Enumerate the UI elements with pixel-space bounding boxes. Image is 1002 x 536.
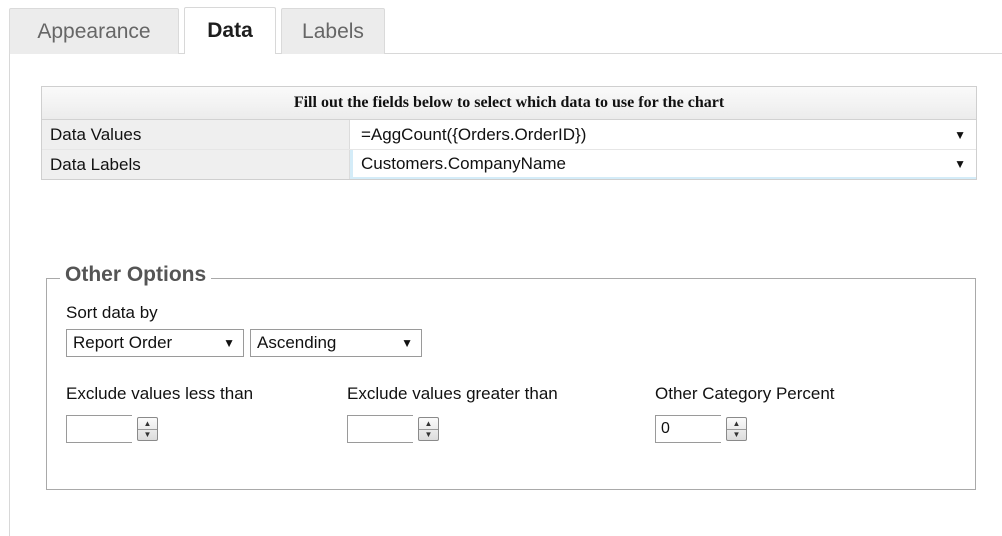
spin-down-icon[interactable]: ▼ xyxy=(727,429,746,440)
dropdown-arrow-icon[interactable]: ▼ xyxy=(954,157,966,171)
data-labels-label: Data Labels xyxy=(42,150,350,179)
exclude-greater-label: Exclude values greater than xyxy=(347,384,558,403)
sort-field-select[interactable]: Report Order ▼ xyxy=(66,329,244,357)
spinner-buttons[interactable]: ▲ ▼ xyxy=(132,415,164,443)
tab-appearance[interactable]: Appearance xyxy=(9,8,179,54)
other-percent-label: Other Category Percent xyxy=(655,384,835,403)
spin-down-icon[interactable]: ▼ xyxy=(419,429,438,440)
data-source-grid: Fill out the fields below to select whic… xyxy=(41,86,977,180)
chevron-down-icon: ▼ xyxy=(223,336,235,350)
spin-down-icon[interactable]: ▼ xyxy=(138,429,157,440)
data-values-dropdown[interactable]: =AggCount({Orders.OrderID}) ▼ xyxy=(350,120,976,149)
grid-header: Fill out the fields below to select whic… xyxy=(42,87,976,120)
spinner-buttons[interactable]: ▲ ▼ xyxy=(413,415,445,443)
other-percent-input[interactable]: 0 xyxy=(655,415,721,443)
sort-data-label: Sort data by xyxy=(66,303,158,322)
grid-row-data-values: Data Values =AggCount({Orders.OrderID}) … xyxy=(42,120,976,150)
data-values-value: =AggCount({Orders.OrderID}) xyxy=(361,124,587,144)
grid-row-data-labels: Data Labels Customers.CompanyName ▼ xyxy=(42,150,976,179)
sort-direction-select[interactable]: Ascending ▼ xyxy=(250,329,422,357)
chevron-down-icon: ▼ xyxy=(401,336,413,350)
sort-direction-value: Ascending xyxy=(257,333,337,352)
other-options-legend: Other Options xyxy=(60,263,212,287)
data-labels-dropdown[interactable]: Customers.CompanyName ▼ xyxy=(350,150,976,179)
exclude-less-input[interactable] xyxy=(66,415,132,443)
dropdown-arrow-icon[interactable]: ▼ xyxy=(954,128,966,142)
exclude-less-stepper[interactable]: ▲ ▼ xyxy=(66,415,166,443)
tab-labels[interactable]: Labels xyxy=(281,8,385,54)
spinner-buttons[interactable]: ▲ ▼ xyxy=(721,415,753,443)
tab-data[interactable]: Data xyxy=(184,7,276,54)
exclude-less-label: Exclude values less than xyxy=(66,384,254,403)
chart-properties-dialog: Appearance Data Labels Fill out the fiel… xyxy=(0,0,1002,536)
sort-field-value: Report Order xyxy=(73,333,173,352)
data-values-label: Data Values xyxy=(42,120,350,149)
tab-bar: Appearance Data Labels xyxy=(9,7,390,54)
exclude-greater-input[interactable] xyxy=(347,415,413,443)
other-percent-stepper[interactable]: 0 ▲ ▼ xyxy=(655,415,755,443)
other-options-fieldset: Other Options Sort data by Report Order … xyxy=(46,263,976,490)
exclude-greater-stepper[interactable]: ▲ ▼ xyxy=(347,415,447,443)
data-labels-value: Customers.CompanyName xyxy=(361,153,567,173)
